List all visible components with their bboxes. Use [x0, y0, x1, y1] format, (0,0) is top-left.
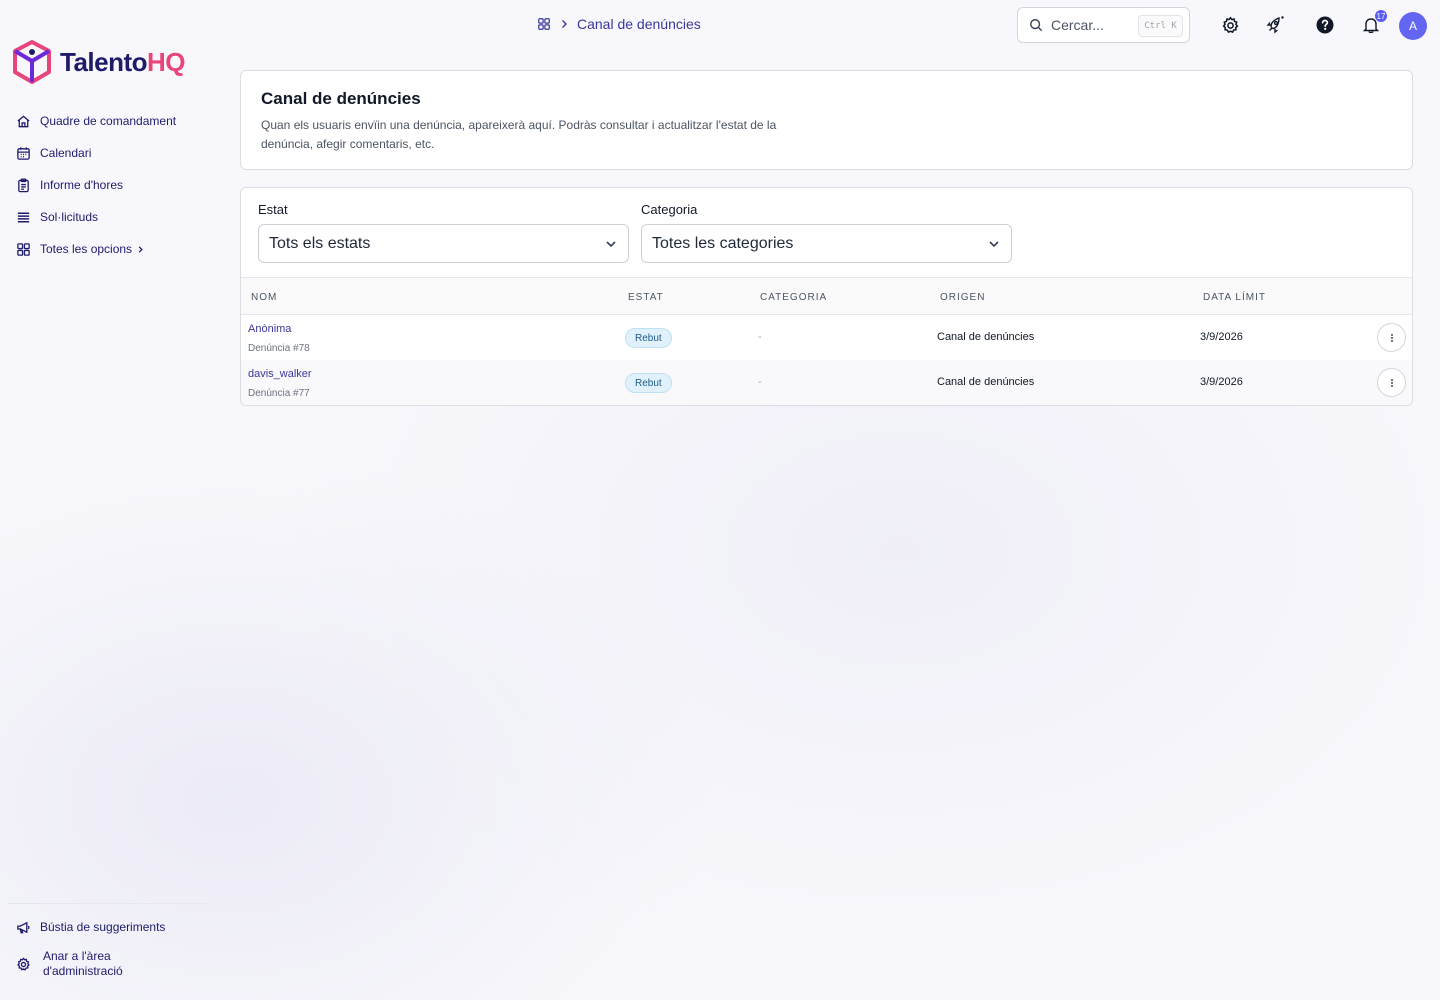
breadcrumb-current[interactable]: Canal de denúncies	[577, 16, 701, 32]
column-header-category[interactable]: CATEGORIA	[760, 292, 827, 303]
column-header-deadline[interactable]: DATA LÍMIT	[1203, 292, 1266, 303]
rocket-icon	[1266, 16, 1284, 34]
search-icon	[1030, 19, 1043, 32]
shortcut-hint: Ctrl K	[1138, 15, 1183, 37]
search-input[interactable]: Cercar... Ctrl K	[1017, 7, 1190, 43]
gear-icon	[1222, 16, 1238, 33]
row-actions-button[interactable]	[1377, 368, 1406, 397]
calendar-icon	[17, 146, 30, 160]
column-header-status[interactable]: ESTAT	[628, 292, 664, 303]
sidebar-item-requests[interactable]: Sol·licituds	[16, 208, 176, 226]
avatar[interactable]: A	[1399, 12, 1427, 40]
help-icon	[1316, 16, 1334, 34]
breadcrumb: Canal de denúncies	[537, 16, 701, 32]
sidebar-item-dashboard[interactable]: Quadre de comandament	[16, 112, 176, 130]
logo[interactable]: TalentoHQ	[12, 40, 186, 84]
column-header-origin[interactable]: ORIGEN	[940, 292, 985, 303]
sidebar-item-calendar[interactable]: Calendari	[16, 144, 176, 162]
sidebar-item-label: Quadre de comandament	[40, 114, 177, 128]
list-icon	[17, 212, 30, 222]
chevron-down-icon	[989, 240, 999, 247]
origin-value: Canal de denúncies	[937, 331, 1035, 343]
sidebar: TalentoHQ Quadre de comandament Calendar…	[0, 0, 215, 1000]
table-row[interactable]: davis_walker Denúncia #77 Rebut - Canal …	[241, 360, 1412, 405]
status-filter-label: Estat	[258, 202, 288, 217]
sidebar-item-all-options[interactable]: Totes les opcions	[16, 240, 176, 258]
category-value: -	[758, 331, 762, 343]
settings-button[interactable]	[1219, 14, 1241, 36]
page-title: Canal de denúncies	[261, 89, 421, 108]
category-value: -	[758, 376, 762, 388]
reports-table-card: Estat Tots els estats Categoria Totes le…	[240, 187, 1413, 406]
category-filter-label: Categoria	[641, 202, 698, 217]
more-vertical-icon	[1390, 333, 1393, 342]
sidebar-item-admin[interactable]: Anar a l'àrea d'administració	[16, 949, 165, 979]
origin-value: Canal de denúncies	[937, 376, 1035, 388]
table-row[interactable]: Anònima Denúncia #78 Rebut - Canal de de…	[241, 315, 1412, 360]
table-header: NOM ESTAT CATEGORIA ORIGEN DATA LÍMIT	[241, 277, 1412, 315]
report-reference: Denúncia #77	[248, 388, 310, 399]
clipboard-icon	[18, 177, 29, 192]
notification-count-badge: 17	[1375, 10, 1387, 22]
sidebar-item-label: Bústia de suggeriments	[40, 920, 166, 934]
sidebar-bottom-nav: Bústia de suggeriments Anar a l'àrea d'a…	[16, 920, 165, 993]
report-reference: Denúncia #78	[248, 343, 310, 354]
page-description: Quan els usuaris envïin una denúncia, ap…	[261, 118, 777, 151]
grid-icon[interactable]	[537, 17, 551, 31]
category-select[interactable]: Totes les categories	[641, 224, 1012, 263]
sidebar-item-label: Informe d'hores	[40, 178, 123, 192]
deadline-value: 3/9/2026	[1200, 331, 1243, 343]
filters: Estat Tots els estats Categoria Totes le…	[258, 202, 1012, 263]
status-badge: Rebut	[625, 328, 672, 348]
sidebar-item-label: Calendari	[40, 146, 92, 160]
status-badge: Rebut	[625, 373, 672, 393]
row-actions-button[interactable]	[1377, 323, 1406, 352]
status-filter: Estat Tots els estats	[258, 202, 629, 263]
onboarding-button[interactable]	[1264, 14, 1286, 36]
status-select[interactable]: Tots els estats	[258, 224, 629, 263]
status-select-value: Tots els estats	[269, 234, 371, 252]
sidebar-item-label: Sol·licituds	[40, 210, 99, 224]
chevron-right-icon	[562, 20, 567, 28]
logo-text: TalentoHQ	[60, 46, 186, 77]
category-select-value: Totes les categories	[652, 234, 794, 252]
sidebar-item-time-report[interactable]: Informe d'hores	[16, 176, 176, 194]
column-header-name[interactable]: NOM	[251, 292, 277, 303]
chevron-right-icon	[138, 245, 143, 253]
cube-logo-icon	[13, 40, 51, 84]
search-placeholder: Cercar...	[1051, 17, 1104, 33]
reporter-name-link[interactable]: Anònima	[248, 323, 291, 335]
reporter-name-link[interactable]: davis_walker	[248, 368, 312, 380]
megaphone-icon	[17, 921, 30, 934]
gear-icon	[17, 956, 30, 971]
category-filter: Categoria Totes les categories	[641, 202, 1012, 263]
deadline-value: 3/9/2026	[1200, 376, 1243, 388]
page-header-card: Canal de denúncies Quan els usuaris envï…	[240, 70, 1413, 170]
sidebar-item-label: Totes les opcions	[40, 242, 133, 256]
help-button[interactable]	[1314, 14, 1336, 36]
sidebar-divider	[8, 903, 208, 904]
grid-icon	[17, 242, 30, 256]
sidebar-nav: Quadre de comandament Calendari Informe …	[16, 112, 176, 272]
more-vertical-icon	[1390, 378, 1393, 387]
sidebar-item-label: Anar a l'àrea d'administració	[43, 949, 123, 978]
sidebar-item-suggestions[interactable]: Bústia de suggeriments	[16, 920, 165, 935]
home-icon	[17, 114, 30, 127]
chevron-down-icon	[606, 240, 616, 247]
